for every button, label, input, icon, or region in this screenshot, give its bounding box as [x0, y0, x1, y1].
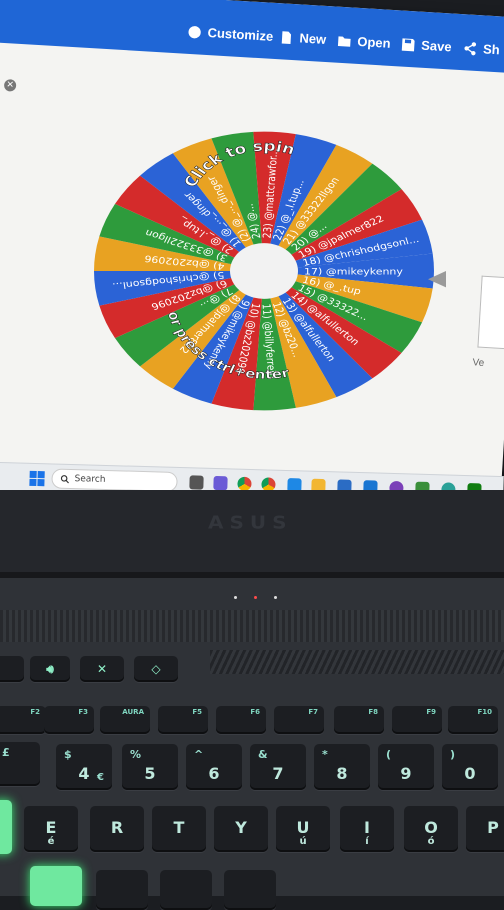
function-key-label: F8: [368, 708, 378, 716]
vent-grill: [210, 650, 504, 674]
key-accent-letter: ú: [299, 836, 307, 847]
key-number: 0: [464, 764, 476, 783]
mic-off-icon: ✕: [96, 662, 108, 676]
number-key[interactable]: * 8: [314, 744, 370, 790]
taskbar-search-placeholder: Search: [74, 474, 106, 485]
brand-logo: ASUS: [208, 511, 293, 533]
wheel-entry-label: 17) @mikeykenny: [304, 267, 403, 277]
customize-button[interactable]: Customize: [187, 24, 274, 44]
mic-mute-key[interactable]: ✕: [80, 656, 124, 682]
caps-key[interactable]: [30, 866, 82, 906]
media-key[interactable]: [0, 656, 24, 682]
function-key[interactable]: F2: [0, 706, 46, 734]
number-key[interactable]: ^ 6: [186, 744, 242, 790]
customize-label: Customize: [207, 25, 274, 44]
key-number: 5: [144, 764, 156, 783]
new-file-icon: [281, 30, 292, 44]
function-key[interactable]: F8: [334, 706, 384, 734]
number-key[interactable]: (9: [378, 744, 434, 790]
chrome-icon[interactable]: [237, 476, 252, 492]
speaker-grill: [0, 610, 504, 642]
letter-key[interactable]: P: [466, 806, 504, 852]
search-icon: [60, 474, 69, 483]
key-number: 6: [208, 764, 220, 783]
armoury-key[interactable]: ◇: [134, 656, 178, 682]
function-key-label: F5: [192, 708, 202, 716]
teams-icon[interactable]: [213, 475, 228, 491]
key-symbol: £: [2, 746, 10, 759]
key-shift-symbol: ): [450, 748, 456, 761]
status-led: [234, 596, 237, 599]
key-accent-letter: é: [47, 836, 55, 847]
letter-key[interactable]: T: [152, 806, 206, 852]
key-shift-symbol: &: [258, 748, 268, 761]
key-letter: O: [424, 818, 438, 837]
function-key-label: F9: [426, 708, 436, 716]
key-letter: I: [364, 818, 370, 837]
status-led: [254, 596, 257, 599]
key-accent-letter: í: [365, 836, 369, 847]
function-key[interactable]: F3: [44, 706, 94, 734]
function-key-label: F7: [308, 708, 318, 716]
key[interactable]: [96, 870, 148, 910]
new-button[interactable]: New: [279, 29, 327, 47]
task-view-icon[interactable]: [189, 475, 204, 490]
number-key[interactable]: & 7: [250, 744, 306, 790]
key-letter: Y: [235, 818, 247, 837]
function-key-label: F6: [250, 708, 260, 716]
letter-key[interactable]: Ií: [340, 806, 394, 852]
number-key[interactable]: ) 0: [442, 744, 498, 790]
key-shift-symbol: %: [130, 748, 142, 761]
key-shift-symbol: (: [386, 748, 392, 761]
function-key-label: F10: [477, 708, 492, 716]
key-accent-letter: ó: [427, 836, 435, 847]
spin-wheel[interactable]: 17) @mikeykenny16) @_.tup15) @33322...14…: [0, 49, 504, 459]
function-key[interactable]: F9: [392, 706, 442, 734]
key-number: 7: [272, 764, 284, 783]
key-alt-symbol: €: [97, 772, 104, 783]
key[interactable]: [160, 870, 212, 910]
function-key[interactable]: AURA: [100, 706, 150, 734]
function-key-label: F2: [30, 708, 40, 716]
armoury-icon: ◇: [151, 662, 161, 676]
number-key[interactable]: % 5: [122, 744, 178, 790]
new-label: New: [299, 30, 327, 48]
key-number: 8: [336, 764, 348, 783]
function-key-label: F3: [78, 708, 88, 716]
volume-key[interactable]: 🔊︎: [30, 656, 70, 682]
status-led: [274, 596, 277, 599]
pound-key[interactable]: £: [0, 742, 40, 786]
letter-key[interactable]: R: [90, 806, 144, 852]
key-shift-symbol: ^: [194, 748, 204, 761]
tab-key[interactable]: [0, 800, 12, 854]
key-letter: R: [110, 818, 124, 837]
key-letter: U: [296, 818, 310, 837]
speaker-icon: 🔊︎: [46, 662, 54, 676]
key[interactable]: [224, 870, 276, 910]
letter-key[interactable]: Y: [214, 806, 268, 852]
function-key[interactable]: F10: [448, 706, 498, 734]
key-shift-symbol: *: [322, 748, 328, 761]
letter-key[interactable]: Uú: [276, 806, 330, 852]
letter-key[interactable]: Oó: [404, 806, 458, 852]
key-number: 9: [400, 764, 412, 783]
number-key[interactable]: $4 €: [56, 744, 112, 790]
wheel-hub: [230, 243, 298, 299]
folder-icon: [337, 35, 351, 47]
function-key[interactable]: F6: [216, 706, 266, 734]
windows-start-icon[interactable]: [29, 470, 45, 487]
palette-icon: [188, 25, 201, 38]
key-letter: T: [173, 818, 185, 837]
screen-bezel: [0, 490, 504, 580]
key-letter: P: [487, 818, 499, 837]
key-letter: E: [45, 818, 57, 837]
key-shift-symbol: $: [64, 748, 72, 761]
letter-key[interactable]: Eé: [24, 806, 78, 852]
taskbar-search[interactable]: Search: [51, 468, 178, 492]
function-key[interactable]: F7: [274, 706, 324, 734]
function-key[interactable]: F5: [158, 706, 208, 734]
function-key-label: AURA: [122, 708, 144, 716]
